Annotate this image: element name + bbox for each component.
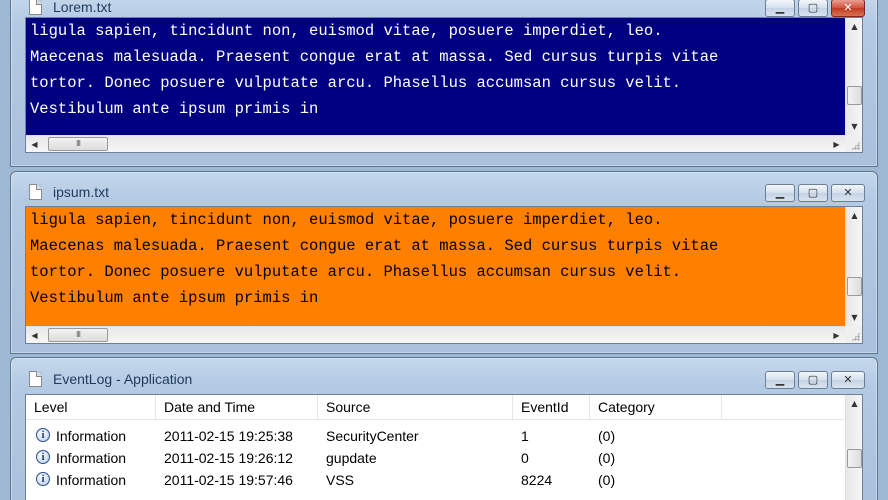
close-button[interactable]: ✕ [831,0,865,17]
horizontal-scrollbar[interactable]: ◀ III ▶ [26,135,845,152]
minimize-icon: ▁ [775,186,785,199]
table-row[interactable]: i Information 2011-02-15 19:26:12 gupdat… [26,447,845,469]
scroll-left-button[interactable]: ◀ [26,327,43,343]
eventlog-client: Level Date and Time Source EventId Categ… [25,394,863,500]
minimize-button[interactable]: ▁ [765,184,795,202]
horizontal-scroll-thumb[interactable]: III [48,137,108,151]
window-title: Lorem.txt [53,0,112,15]
source-cell: VSS [326,472,355,488]
column-header-category[interactable]: Category [590,395,722,420]
arrow-left-icon: ◀ [31,331,38,340]
text-line: ligula sapien, tincidunt non, euismod vi… [30,22,663,40]
resize-grip-icon[interactable] [845,135,862,152]
category-cell: (0) [598,450,616,466]
text-line: tortor. Donec posuere vulputate arcu. Ph… [30,263,682,281]
arrow-right-icon: ▶ [833,140,840,149]
scroll-up-button[interactable]: ▲ [846,395,862,412]
arrow-up-icon: ▲ [851,399,858,408]
close-button[interactable]: ✕ [831,371,865,389]
resize-grip-icon[interactable] [845,326,862,343]
window-title: ipsum.txt [53,184,110,200]
ipsum-client: ligula sapien, tincidunt non, euismod vi… [25,206,863,344]
eventid-cell: 0 [521,450,529,466]
minimize-icon: ▁ [775,373,785,386]
scroll-down-button[interactable]: ▼ [846,118,862,135]
datetime-cell: 2011-02-15 19:25:38 [164,428,293,444]
ipsum-text-area[interactable]: ligula sapien, tincidunt non, euismod vi… [26,207,845,326]
scroll-left-button[interactable]: ◀ [26,136,43,152]
grip-icon: III [75,139,81,148]
text-line: Maecenas malesuada. Praesent congue erat… [30,48,719,66]
minimize-button[interactable]: ▁ [765,0,795,17]
vertical-scroll-thumb[interactable] [847,86,862,105]
vertical-scroll-thumb[interactable] [847,449,862,468]
lorem-window[interactable]: Lorem.txt ▁ ▢ ✕ ligula sapien, tincidunt… [10,0,878,167]
maximize-icon: ▢ [807,373,819,386]
source-cell: SecurityCenter [326,428,419,444]
document-icon [29,184,42,200]
lorem-client: ligula sapien, tincidunt non, euismod vi… [25,17,863,153]
close-icon: ✕ [843,1,853,14]
text-line: Maecenas malesuada. Praesent congue erat… [30,237,719,255]
document-icon [29,371,42,387]
table-header: Level Date and Time Source EventId Categ… [26,395,845,420]
text-line: tortor. Donec posuere vulputate arcu. Ph… [30,74,682,92]
lorem-text-area[interactable]: ligula sapien, tincidunt non, euismod vi… [26,18,845,135]
source-cell: gupdate [326,450,377,466]
window-title: EventLog - Application [53,371,193,387]
category-cell: (0) [598,472,616,488]
event-table[interactable]: Level Date and Time Source EventId Categ… [26,395,845,500]
close-icon: ✕ [843,186,853,199]
horizontal-scrollbar[interactable]: ◀ III ▶ [26,326,845,343]
table-row[interactable]: i Information 2011-02-15 19:25:38 Securi… [26,425,845,447]
datetime-cell: 2011-02-15 19:26:12 [164,450,293,466]
ipsum-titlebar[interactable]: ipsum.txt ▁ ▢ ✕ [11,180,877,204]
close-button[interactable]: ✕ [831,184,865,202]
column-header-level[interactable]: Level [26,395,156,420]
datetime-cell: 2011-02-15 19:57:46 [164,472,293,488]
vertical-scrollbar[interactable]: ▲ ▼ [845,207,862,326]
scroll-right-button[interactable]: ▶ [828,136,845,152]
scroll-up-button[interactable]: ▲ [846,18,862,35]
vertical-scrollbar[interactable]: ▲ ▼ [845,18,862,135]
minimize-button[interactable]: ▁ [765,371,795,389]
horizontal-scroll-thumb[interactable]: III [48,328,108,342]
arrow-left-icon: ◀ [31,140,38,149]
eventlog-window[interactable]: EventLog - Application ▁ ▢ ✕ Level Date … [10,357,878,500]
arrow-up-icon: ▲ [851,22,858,31]
maximize-button[interactable]: ▢ [798,184,828,202]
grip-icon: III [75,330,81,339]
document-icon [29,0,42,15]
maximize-icon: ▢ [807,1,819,14]
maximize-icon: ▢ [807,186,819,199]
vertical-scroll-thumb[interactable] [847,277,862,296]
maximize-button[interactable]: ▢ [798,371,828,389]
column-header-eventid[interactable]: EventId [513,395,590,420]
scroll-right-button[interactable]: ▶ [828,327,845,343]
vertical-scrollbar[interactable]: ▲ [845,395,862,500]
scroll-down-button[interactable]: ▼ [846,309,862,326]
arrow-down-icon: ▼ [851,313,858,322]
eventlog-titlebar[interactable]: EventLog - Application ▁ ▢ ✕ [11,367,877,391]
column-header-datetime[interactable]: Date and Time [156,395,318,420]
arrow-down-icon: ▼ [851,122,858,131]
level-cell: Information [56,472,127,488]
maximize-button[interactable]: ▢ [798,0,828,17]
eventid-cell: 1 [521,428,529,444]
level-cell: Information [56,450,127,466]
arrow-up-icon: ▲ [851,211,858,220]
arrow-right-icon: ▶ [833,331,840,340]
eventid-cell: 8224 [521,472,553,488]
column-header-source[interactable]: Source [318,395,513,420]
ipsum-window[interactable]: ipsum.txt ▁ ▢ ✕ ligula sapien, tincidunt… [10,171,878,354]
level-cell: Information [56,428,127,444]
close-icon: ✕ [843,373,853,386]
text-line: ligula sapien, tincidunt non, euismod vi… [30,211,663,229]
table-row[interactable]: i Information 2011-02-15 19:57:46 VSS 82… [26,469,845,491]
text-line: Vestibulum ante ipsum primis in [30,289,319,307]
category-cell: (0) [598,428,616,444]
scroll-up-button[interactable]: ▲ [846,207,862,224]
text-line: Vestibulum ante ipsum primis in [30,100,319,118]
minimize-icon: ▁ [775,1,785,14]
